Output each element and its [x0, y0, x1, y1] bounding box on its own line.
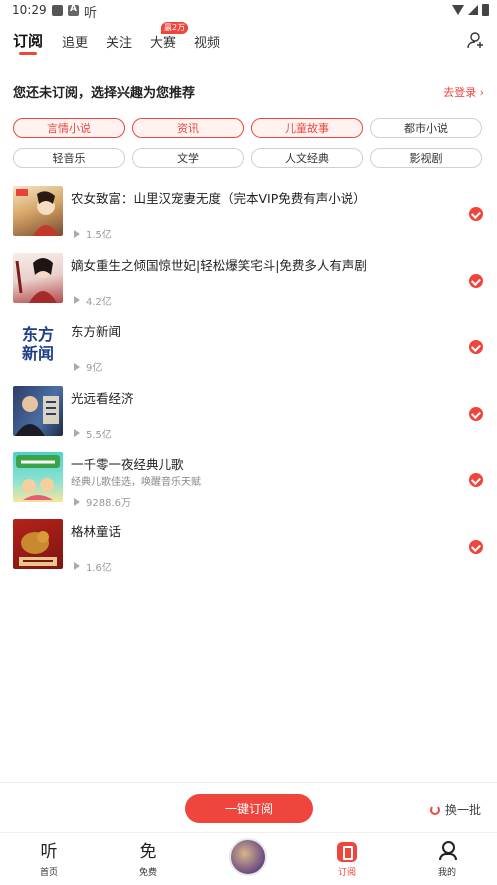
- top-tabs: 订阅 追更 关注 大赛 赢2万 视频: [0, 22, 497, 60]
- active-tab-indicator: [19, 52, 37, 55]
- play-count-icon: [74, 229, 80, 238]
- refresh-label: 换一批: [445, 803, 482, 817]
- cover-title-text: 东方新闻: [21, 325, 54, 363]
- subscribe-check-icon[interactable]: [469, 273, 483, 288]
- play-count: 5.5亿: [74, 426, 112, 441]
- play-count-value: 1.5亿: [86, 230, 112, 241]
- subscribe-check-icon[interactable]: [469, 340, 483, 354]
- play-count: 4.2亿: [74, 293, 112, 308]
- chip-urban-novel[interactable]: 都市小说: [370, 118, 482, 138]
- subscribe-check-icon[interactable]: [469, 207, 483, 221]
- chip-film-tv[interactable]: 影视剧: [370, 148, 482, 168]
- chip-light-music[interactable]: 轻音乐: [13, 148, 125, 168]
- a-notification-icon: [68, 4, 79, 16]
- nav-home[interactable]: 听 首页: [19, 841, 79, 878]
- status-time: 10:29: [12, 3, 47, 17]
- play-count-icon: [74, 429, 80, 437]
- now-playing-avatar[interactable]: [229, 838, 267, 876]
- cover-art: [19, 530, 57, 566]
- list-item[interactable]: 嫡女重生之倾国惊世妃|轻松爆笑宅斗|免费多人有声剧 4.2亿: [0, 252, 497, 320]
- signal-icon: [468, 5, 478, 15]
- nav-subscribe[interactable]: 订阅: [317, 841, 377, 878]
- subscribe-check-icon[interactable]: [469, 406, 483, 421]
- play-count: 9亿: [74, 359, 102, 374]
- wifi-icon: [452, 5, 464, 15]
- album-cover: [13, 518, 63, 569]
- one-click-subscribe-button[interactable]: 一键订阅: [185, 794, 313, 823]
- list-item[interactable]: 农女致富：山里汉宠妻无度（完本VIP免费有声小说） 1.5亿: [0, 186, 497, 253]
- subscribe-check-icon[interactable]: [469, 539, 483, 554]
- chip-romance-novel[interactable]: 言情小说: [13, 118, 125, 138]
- item-title: 农女致富：山里汉宠妻无度（完本VIP免费有声小说）: [71, 191, 366, 206]
- play-count-icon: [74, 497, 80, 506]
- chip-children-stories[interactable]: 儿童故事: [251, 118, 363, 138]
- subscribe-check-icon[interactable]: [469, 473, 483, 487]
- list-item[interactable]: 东方新闻 东方新闻 9亿: [0, 319, 497, 386]
- item-title: 一千零一夜经典儿歌: [71, 457, 184, 472]
- subscribe-icon: [337, 842, 357, 862]
- action-bar: 一键订阅 换一批: [0, 782, 497, 832]
- nav-free[interactable]: 免 免费: [118, 841, 178, 878]
- battery-icon: [482, 4, 489, 16]
- play-count-value: 9288.6万: [86, 498, 131, 509]
- home-icon: 听: [40, 842, 58, 862]
- chip-news[interactable]: 资讯: [132, 118, 244, 138]
- album-cover: [13, 186, 63, 236]
- play-count-value: 4.2亿: [86, 296, 112, 308]
- album-cover: [13, 252, 63, 303]
- cover-art: [15, 257, 57, 303]
- list-item[interactable]: 光远看经济 5.5亿: [0, 385, 497, 453]
- notification-icon: [52, 5, 63, 16]
- recommend-heading: 您还未订阅，选择兴趣为您推荐: [13, 86, 196, 101]
- item-title: 格林童话: [71, 523, 122, 539]
- profile-icon: [439, 841, 457, 860]
- album-cover: 东方新闻: [13, 319, 63, 369]
- chip-humanities-classics[interactable]: 人文经典: [251, 148, 363, 168]
- play-count: 1.5亿: [74, 226, 112, 241]
- nav-home-label: 首页: [39, 868, 58, 878]
- cover-art: [16, 455, 60, 500]
- play-count-value: 1.6亿: [86, 562, 112, 574]
- nav-mine[interactable]: 我的: [417, 841, 477, 878]
- app-notification-glyph: 听: [84, 6, 98, 21]
- item-title: 东方新闻: [71, 324, 122, 339]
- nav-free-label: 免费: [138, 868, 157, 878]
- play-count-icon: [74, 362, 80, 371]
- recommend-list: 农女致富：山里汉宠妻无度（完本VIP免费有声小说） 1.5亿 嫡女重生之倾国惊世…: [0, 186, 497, 585]
- status-icons: [452, 4, 489, 16]
- nav-subscribe-label: 订阅: [337, 868, 356, 878]
- album-cover: [13, 385, 63, 436]
- cover-art: [16, 189, 59, 236]
- tab-follow-updates[interactable]: 追更: [62, 32, 88, 51]
- album-cover: [13, 452, 63, 502]
- play-count-value: 9亿: [86, 363, 103, 374]
- interest-chips: 言情小说 资讯 儿童故事 都市小说 轻音乐 文学 人文经典 影视剧: [13, 118, 484, 168]
- play-count-icon: [74, 562, 80, 570]
- tab-subscribe[interactable]: 订阅: [13, 30, 43, 51]
- play-count-value: 5.5亿: [86, 429, 112, 441]
- free-icon: 免: [139, 842, 157, 862]
- list-item[interactable]: 格林童话 1.6亿: [0, 518, 497, 586]
- login-link[interactable]: 去登录 ›: [443, 84, 484, 100]
- status-bar: 10:29 听: [0, 0, 497, 22]
- item-description: 经典儿歌佳选，唤醒音乐天赋: [71, 477, 201, 488]
- nav-mine-label: 我的: [437, 868, 456, 878]
- tab-video[interactable]: 视频: [194, 32, 220, 51]
- refresh-icon: [430, 804, 440, 815]
- play-count: 9288.6万: [74, 494, 131, 509]
- cover-art: [15, 395, 59, 436]
- add-user-icon[interactable]: [467, 31, 485, 49]
- chip-literature[interactable]: 文学: [132, 148, 244, 168]
- item-title: 嫡女重生之倾国惊世妃|轻松爆笑宅斗|免费多人有声剧: [71, 257, 367, 273]
- list-item[interactable]: 一千零一夜经典儿歌 经典儿歌佳选，唤醒音乐天赋 9288.6万: [0, 452, 497, 519]
- play-count-icon: [74, 296, 80, 304]
- refresh-batch-button[interactable]: 换一批: [430, 801, 481, 818]
- tab-contest[interactable]: 大赛: [150, 32, 176, 51]
- tab-following[interactable]: 关注: [106, 32, 132, 51]
- play-count: 1.6亿: [74, 559, 112, 574]
- contest-badge: 赢2万: [161, 22, 189, 34]
- item-title: 光远看经济: [71, 390, 134, 406]
